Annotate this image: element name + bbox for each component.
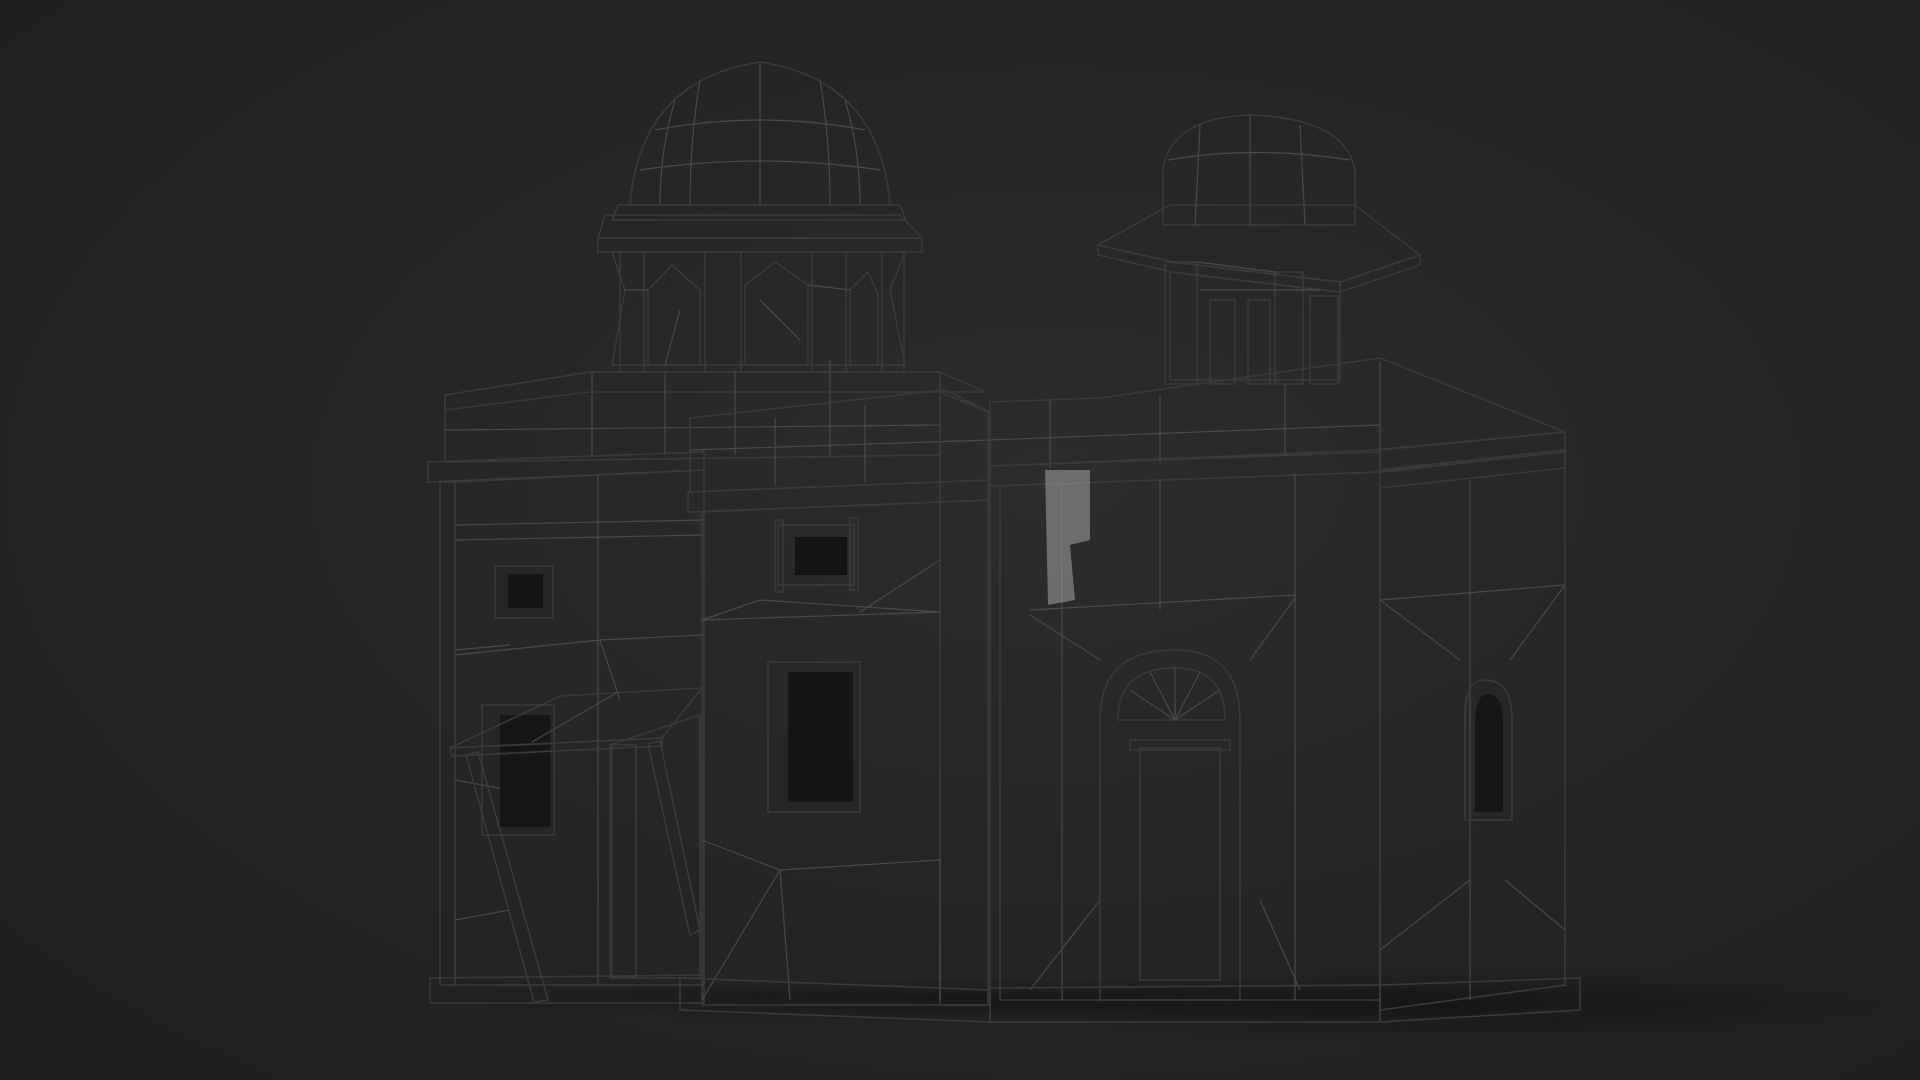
right-wing-arch-frame [1099, 649, 1241, 1001]
left-dome-tower [596, 61, 924, 373]
right-dome-tower [1095, 114, 1422, 385]
middle-block [679, 389, 991, 1023]
viewport-background [0, 0, 1920, 1080]
left-tower-cap [596, 214, 924, 239]
left-tower-opening-3 [849, 270, 879, 366]
left-tower-opening-2 [744, 261, 809, 366]
building-render [380, 61, 1910, 1043]
left-tower-opening-1 [647, 263, 701, 366]
left-wing-doorway [609, 713, 701, 979]
awning-roof [449, 687, 704, 749]
awning-support-right [647, 740, 701, 937]
middle-block-cornice [687, 479, 991, 513]
right-dome [1162, 114, 1356, 226]
right-wing-doorway [1139, 747, 1221, 981]
right-wing [989, 357, 1581, 1023]
left-wing [427, 360, 986, 1004]
left-wing-side [439, 481, 456, 986]
tower-shadow-on-wall [1045, 470, 1090, 605]
left-wing-cornice [427, 451, 705, 483]
